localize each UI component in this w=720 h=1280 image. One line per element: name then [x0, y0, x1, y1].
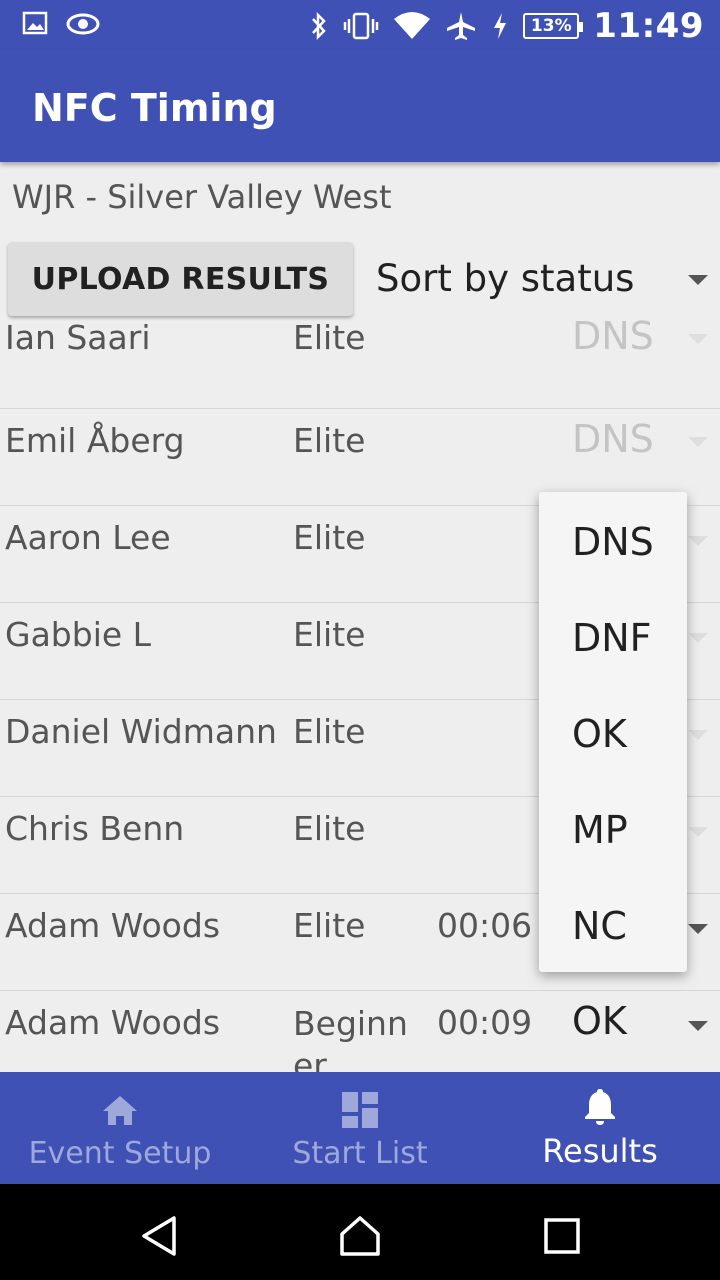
menu-item-ok[interactable]: OK [572, 712, 627, 756]
sort-dropdown-value: Sort by status [376, 257, 635, 300]
runner-time: 00:09 [437, 1003, 533, 1042]
list-item[interactable]: Ian Saari Elite DNS [0, 320, 720, 409]
menu-item-mp[interactable]: MP [572, 808, 628, 852]
runner-class: Elite [293, 712, 366, 751]
app-bar: NFC Timing [0, 50, 720, 162]
chevron-down-icon [688, 730, 708, 740]
wifi-icon [393, 11, 431, 41]
tab-label: Start List [292, 1136, 428, 1171]
runner-name: Daniel Widmann [5, 712, 277, 751]
runner-class: Elite [293, 320, 366, 357]
runner-class: Elite [293, 809, 366, 848]
runner-name: Adam Woods [5, 1003, 221, 1042]
app-title: NFC Timing [32, 86, 277, 130]
airplane-icon [445, 10, 477, 42]
runner-class: Beginner [293, 1004, 408, 1072]
vibrate-icon [343, 11, 379, 41]
status-dropdown-value[interactable]: DNS [572, 417, 654, 461]
runner-time: 00:06 [437, 906, 533, 945]
menu-item-nc[interactable]: NC [572, 904, 627, 948]
chevron-down-icon [688, 334, 708, 344]
runner-name: Emil Åberg [5, 421, 185, 460]
runner-class: Elite [293, 906, 366, 945]
back-icon[interactable] [138, 1214, 182, 1258]
chevron-down-icon [688, 275, 708, 285]
list-item[interactable]: Adam Woods Beginner 00:09 OK [0, 991, 720, 1072]
bluetooth-icon [309, 11, 329, 41]
bell-icon [580, 1086, 620, 1126]
status-dropdown-value[interactable]: DNS [572, 320, 654, 358]
status-dropdown-menu: DNS DNF OK MP NC [539, 492, 687, 972]
tab-label: Results [542, 1132, 658, 1170]
tab-label: Event Setup [28, 1136, 212, 1171]
dashboard-icon [340, 1090, 380, 1130]
runner-class: Elite [293, 421, 366, 460]
home-icon [100, 1090, 140, 1130]
runner-name: Adam Woods [5, 906, 221, 945]
chevron-down-icon [688, 437, 708, 447]
upload-results-button[interactable]: UPLOAD RESULTS [8, 242, 353, 316]
charging-icon [491, 11, 509, 41]
menu-item-dns[interactable]: DNS [572, 520, 654, 564]
status-bar: 13% 11:49 [0, 0, 720, 50]
chevron-down-icon [688, 827, 708, 837]
eye-icon [66, 10, 100, 38]
runner-name: Ian Saari [5, 320, 151, 357]
system-navigation-bar [0, 1184, 720, 1280]
chevron-down-icon [688, 633, 708, 643]
runner-name: Aaron Lee [5, 518, 171, 557]
runner-name: Gabbie L [5, 615, 152, 654]
battery-icon: 13% [523, 13, 584, 39]
chevron-down-icon [688, 1021, 708, 1031]
tab-start-list[interactable]: Start List [240, 1072, 480, 1184]
sort-dropdown[interactable]: Sort by status [376, 245, 720, 315]
tab-results[interactable]: Results [480, 1072, 720, 1184]
event-name: WJR - Silver Valley West [12, 178, 392, 216]
runner-class: Elite [293, 615, 366, 654]
runner-class: Elite [293, 518, 366, 557]
menu-item-dnf[interactable]: DNF [572, 616, 652, 660]
status-dropdown-value[interactable]: OK [572, 999, 627, 1043]
image-icon [22, 10, 48, 38]
recents-icon[interactable] [540, 1214, 584, 1258]
runner-name: Chris Benn [5, 809, 185, 848]
clock: 11:49 [593, 6, 704, 46]
chevron-down-icon [688, 924, 708, 934]
bottom-navigation: Event Setup Start List Results [0, 1072, 720, 1184]
home-button-icon[interactable] [338, 1214, 382, 1258]
tab-event-setup[interactable]: Event Setup [0, 1072, 240, 1184]
chevron-down-icon [688, 536, 708, 546]
